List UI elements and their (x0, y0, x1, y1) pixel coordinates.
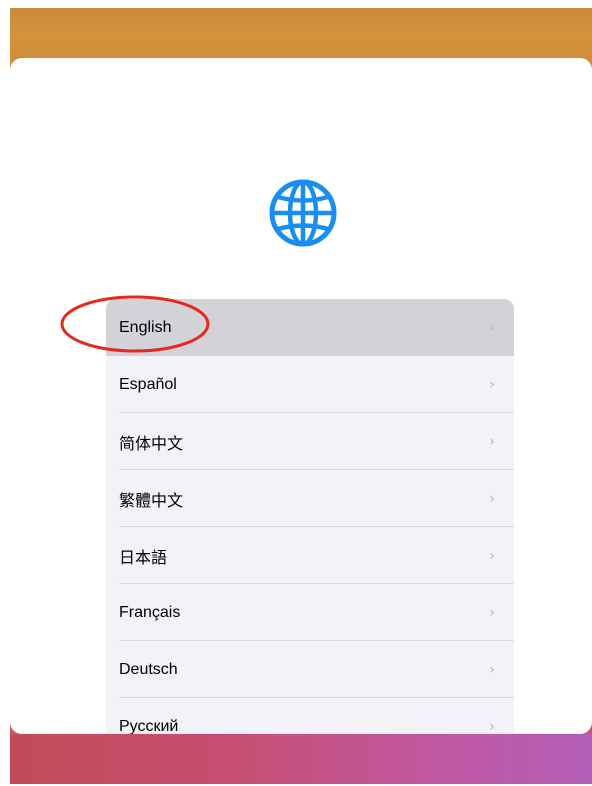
globe-icon (269, 179, 337, 247)
language-row-japanese[interactable]: 日本語 › (106, 527, 514, 584)
language-label: Русский (119, 717, 179, 735)
wallpaper-bottom (10, 734, 592, 784)
language-label: Français (119, 603, 181, 621)
language-row-french[interactable]: Français › (106, 584, 514, 641)
language-row-russian[interactable]: Русский › (106, 698, 514, 735)
language-setup-sheet: English › Español › 简体中文 › 繁體中文 › 日本語 › (10, 58, 592, 734)
language-label: Español (119, 375, 177, 393)
language-label: 日本語 (119, 549, 168, 567)
chevron-right-icon: › (489, 661, 495, 678)
chevron-right-icon: › (489, 718, 495, 735)
chevron-right-icon: › (489, 319, 495, 336)
chevron-right-icon: › (489, 547, 495, 564)
chevron-right-icon: › (489, 433, 495, 450)
language-row-english[interactable]: English › (106, 299, 514, 356)
language-row-german[interactable]: Deutsch › (106, 641, 514, 698)
language-label: Deutsch (119, 660, 178, 678)
chevron-right-icon: › (489, 376, 495, 393)
language-label: English (119, 318, 172, 336)
language-row-simplified-chinese[interactable]: 简体中文 › (106, 413, 514, 470)
language-label: 简体中文 (119, 435, 184, 453)
language-row-espanol[interactable]: Español › (106, 356, 514, 413)
screen: English › Español › 简体中文 › 繁體中文 › 日本語 › (0, 0, 592, 786)
language-row-traditional-chinese[interactable]: 繁體中文 › (106, 470, 514, 527)
chevron-right-icon: › (489, 604, 495, 621)
language-list: English › Español › 简体中文 › 繁體中文 › 日本語 › (106, 299, 514, 734)
chevron-right-icon: › (489, 490, 495, 507)
language-label: 繁體中文 (119, 492, 184, 510)
